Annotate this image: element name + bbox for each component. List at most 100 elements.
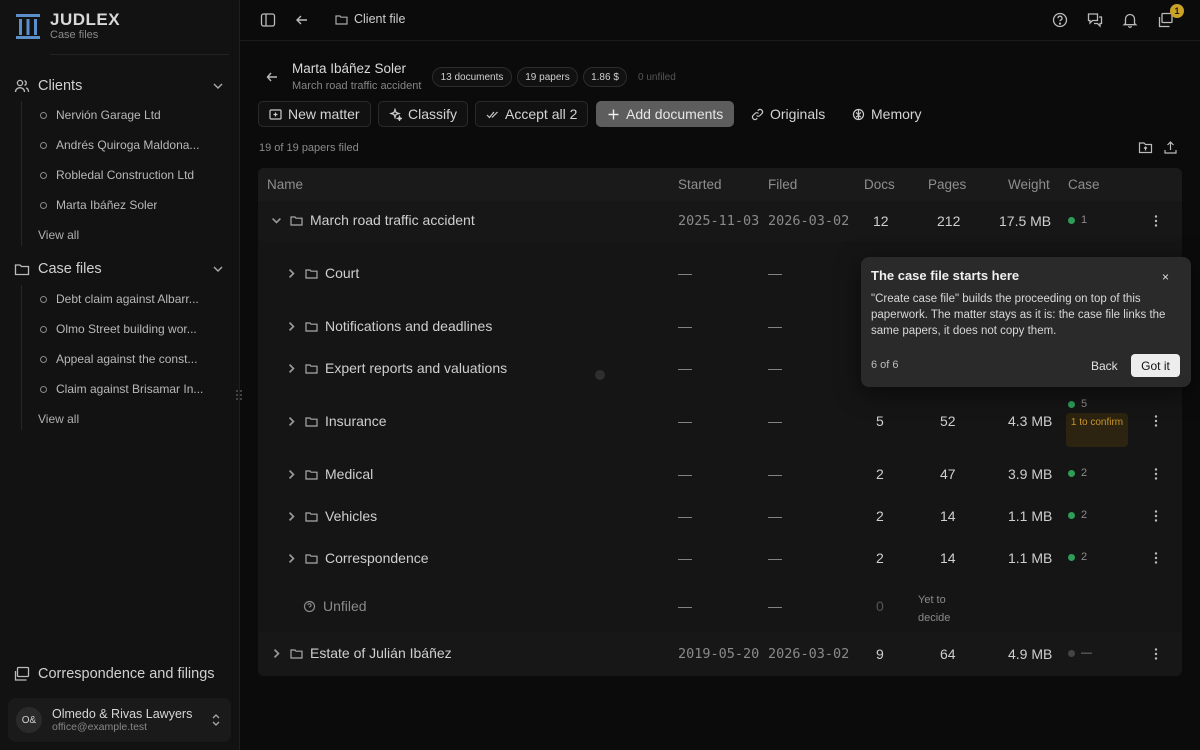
chevron-down-icon[interactable] xyxy=(211,262,225,276)
row-started: — xyxy=(678,508,692,524)
row-weight: 3.9 MB xyxy=(1008,466,1053,482)
sidebar-item-label: Robledal Construction Ltd xyxy=(56,168,195,182)
sidebar-case-item[interactable]: Olmo Street building wor... xyxy=(40,322,210,336)
sidebar-case-item[interactable]: Appeal against the const... xyxy=(40,352,210,366)
column-docs[interactable]: Docs xyxy=(864,177,895,192)
chevron-right-icon[interactable] xyxy=(285,267,298,280)
originals-button[interactable]: Originals xyxy=(740,101,836,127)
help-circle-icon xyxy=(1052,12,1068,28)
close-icon[interactable]: × xyxy=(1162,270,1169,284)
column-name[interactable]: Name xyxy=(267,177,303,192)
brand-subtitle: Case files xyxy=(50,29,99,41)
got-it-button[interactable]: Got it xyxy=(1131,354,1180,377)
back-button[interactable]: Back xyxy=(1091,359,1118,373)
view-all-clients-link[interactable]: View all xyxy=(38,228,79,242)
cost-badge: 1.86 $ xyxy=(583,67,627,87)
more-vertical-icon[interactable] xyxy=(1154,551,1158,565)
sidebar-panel-icon xyxy=(260,13,276,27)
messages-button[interactable] xyxy=(1086,11,1104,29)
row-name: Expert reports and valuations xyxy=(325,360,508,376)
breadcrumb-label: Client file xyxy=(354,12,406,26)
table-row[interactable]: Insurance — — 5 52 4.3 MB 5 1 to confirm xyxy=(258,387,1182,454)
sidebar-client-item[interactable]: Marta Ibáñez Soler xyxy=(40,198,210,212)
row-name: Court xyxy=(325,265,360,281)
table-row[interactable]: Vehicles — — 2 14 1.1 MB 2 xyxy=(258,496,1182,538)
memory-button[interactable]: Memory xyxy=(841,101,933,127)
view-all-case-files-link[interactable]: View all xyxy=(38,412,79,426)
account-name: Olmedo & Rivas Lawyers xyxy=(52,707,193,721)
folder-plus-icon xyxy=(269,108,282,120)
button-label: New matter xyxy=(288,106,360,122)
folder-icon xyxy=(305,469,318,480)
chevron-right-icon[interactable] xyxy=(285,415,298,428)
chevron-right-icon[interactable] xyxy=(285,320,298,333)
add-documents-button[interactable]: Add documents xyxy=(596,101,735,127)
notifications-button[interactable] xyxy=(1121,11,1139,29)
row-started: 2019-05-20 xyxy=(678,646,760,662)
column-pages[interactable]: Pages xyxy=(928,177,966,192)
correspondence-link[interactable]: Correspondence and filings xyxy=(14,666,215,682)
chevron-down-icon[interactable] xyxy=(211,79,225,93)
help-button[interactable] xyxy=(1051,11,1069,29)
account-switcher[interactable]: O& Olmedo & Rivas Lawyers office@example… xyxy=(8,698,231,742)
chevron-right-icon[interactable] xyxy=(285,510,298,523)
column-case[interactable]: Case xyxy=(1068,177,1100,192)
column-filed[interactable]: Filed xyxy=(768,177,797,192)
row-name: Vehicles xyxy=(325,508,378,524)
more-vertical-icon[interactable] xyxy=(1154,467,1158,481)
row-filed: 2026-03-02 xyxy=(768,213,850,229)
table-row[interactable]: Estate of Julián Ibáñez 2019-05-20 2026-… xyxy=(258,632,1182,676)
breadcrumb[interactable]: Client file xyxy=(335,12,405,26)
chevron-right-icon[interactable] xyxy=(285,362,298,375)
column-started[interactable]: Started xyxy=(678,177,722,192)
sidebar-item-label: Claim against Brisamar In... xyxy=(56,382,204,396)
circle-icon xyxy=(40,385,47,393)
row-filed: 2026-03-02 xyxy=(768,646,850,662)
tree-line xyxy=(21,101,22,246)
sidebar-case-item[interactable]: Debt claim against Albarr... xyxy=(40,292,210,306)
onboarding-popover: The case file starts here × "Create case… xyxy=(861,257,1191,387)
more-vertical-icon[interactable] xyxy=(1154,214,1158,228)
sidebar-case-item[interactable]: Claim against Brisamar In... xyxy=(40,382,210,396)
table-row[interactable]: Correspondence — — 2 14 1.1 MB 2 xyxy=(258,538,1182,580)
documents-count-badge: 13 documents xyxy=(432,67,512,87)
upload-icon[interactable] xyxy=(1163,140,1178,155)
to-confirm-badge[interactable]: 1 to confirm xyxy=(1066,413,1128,447)
button-label: Classify xyxy=(408,106,458,122)
more-vertical-icon[interactable] xyxy=(1154,509,1158,523)
sidebar-client-item[interactable]: Andrés Quiroga Maldona... xyxy=(40,138,210,152)
folder-icon xyxy=(305,416,318,427)
row-filed: — xyxy=(768,598,782,614)
more-vertical-icon[interactable] xyxy=(1154,414,1158,428)
chevron-down-icon[interactable] xyxy=(270,214,283,227)
chevron-right-icon[interactable] xyxy=(285,468,298,481)
brand[interactable]: JUDLEX Case files xyxy=(14,11,120,41)
sidebar-section-case-files[interactable]: Case files xyxy=(14,258,225,280)
table-row[interactable]: March road traffic accident 2025-11-03 2… xyxy=(258,201,1182,241)
table-row[interactable]: Unfiled — — 0 Yet to decide xyxy=(258,580,1182,632)
row-pages: 212 xyxy=(937,213,961,229)
chevron-right-icon[interactable] xyxy=(270,647,283,660)
accept-all-button[interactable]: Accept all 2 xyxy=(475,101,589,127)
row-pages: 14 xyxy=(940,508,956,524)
sidebar-client-item[interactable]: Nervión Garage Ltd xyxy=(40,108,210,122)
folder-upload-icon[interactable] xyxy=(1138,140,1153,155)
row-pages: 47 xyxy=(940,466,956,482)
more-vertical-icon[interactable] xyxy=(1154,647,1158,661)
resize-handle-icon[interactable] xyxy=(235,389,243,401)
table-row[interactable]: Medical — — 2 47 3.9 MB 2 xyxy=(258,454,1182,496)
sidebar-client-item[interactable]: Robledal Construction Ltd xyxy=(40,168,210,182)
column-weight[interactable]: Weight xyxy=(1008,177,1050,192)
back-button[interactable] xyxy=(293,11,311,29)
circle-icon xyxy=(40,355,47,363)
arrow-left-icon[interactable] xyxy=(265,70,279,84)
row-name: Estate of Julián Ibáñez xyxy=(310,645,452,661)
row-case-label: 1 xyxy=(1081,214,1088,226)
toggle-sidebar-button[interactable] xyxy=(259,11,277,29)
row-case: 2 xyxy=(1068,509,1087,521)
new-matter-button[interactable]: New matter xyxy=(258,101,371,127)
classify-button[interactable]: Classify xyxy=(378,101,469,127)
sidebar-section-clients[interactable]: Clients xyxy=(14,75,225,97)
chevron-right-icon[interactable] xyxy=(285,552,298,565)
row-pages: 64 xyxy=(940,646,956,662)
